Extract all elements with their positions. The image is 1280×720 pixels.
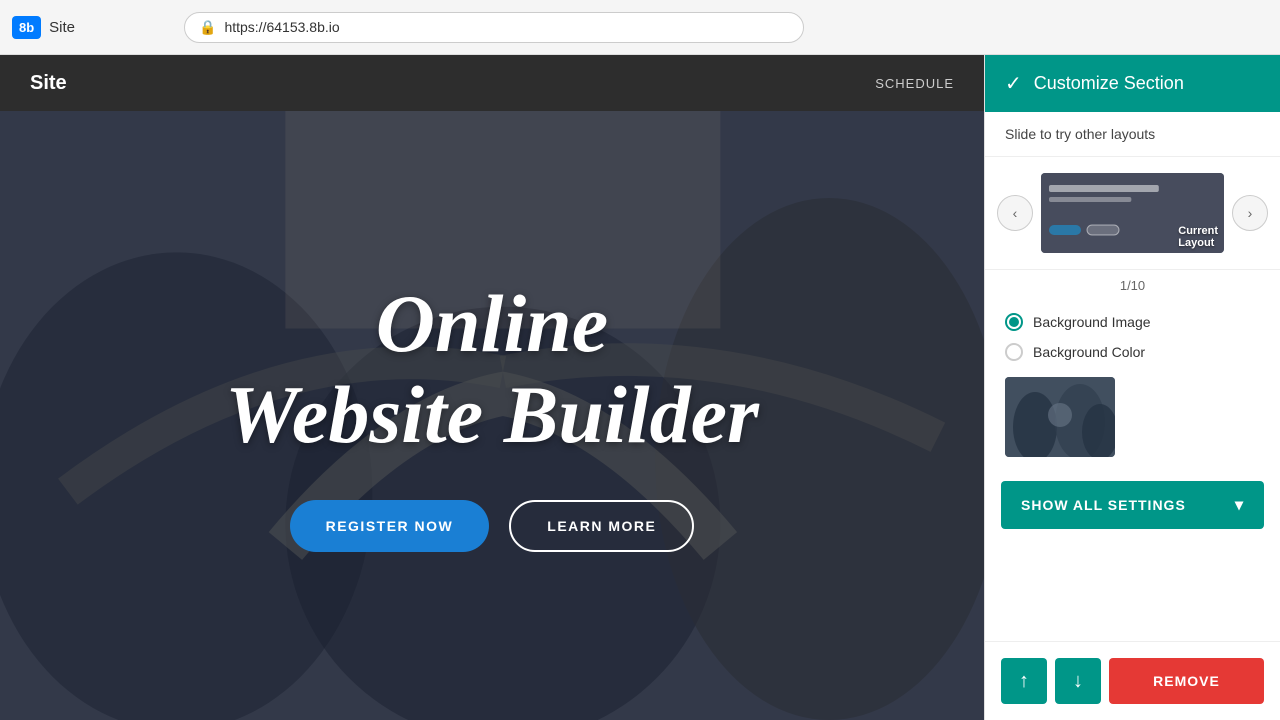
thumbnail-svg	[1005, 377, 1115, 457]
panel-title: Customize Section	[1034, 73, 1184, 94]
browser-bar: 8b Site 🔒 https://64153.8b.io	[0, 0, 1280, 55]
background-image-label: Background Image	[1033, 314, 1151, 330]
next-layout-button[interactable]: ›	[1232, 195, 1268, 231]
site-nav-logo: Site	[30, 72, 67, 95]
logo-badge: 8b	[12, 16, 41, 39]
background-options: Background Image Background Color	[985, 301, 1280, 373]
browser-logo: 8b Site	[12, 16, 172, 39]
chevron-right-icon: ›	[1248, 205, 1253, 221]
background-color-radio[interactable]	[1005, 343, 1023, 361]
hero-title: Online Website Builder	[225, 279, 759, 459]
layout-preview: CurrentLayout	[1041, 173, 1224, 253]
show-settings-label: SHOW ALL SETTINGS	[1021, 497, 1186, 513]
background-color-label: Background Color	[1033, 344, 1145, 360]
panel-footer: ↑ ↓ REMOVE	[985, 641, 1280, 720]
hero-content: Online Website Builder REGISTER NOW LEAR…	[225, 279, 759, 551]
address-text: https://64153.8b.io	[224, 19, 339, 35]
hero-section: Online Website Builder REGISTER NOW LEAR…	[0, 111, 984, 720]
layout-slider: ‹ CurrentLayout	[985, 157, 1280, 270]
logo-text: Site	[49, 19, 75, 36]
chevron-left-icon: ‹	[1013, 205, 1018, 221]
hero-title-line1: Online	[225, 279, 759, 369]
hero-title-line2: Website Builder	[225, 370, 759, 460]
remove-button[interactable]: REMOVE	[1109, 658, 1264, 704]
layout-label: CurrentLayout	[1178, 225, 1218, 249]
site-nav-link-schedule[interactable]: SCHEDULE	[875, 76, 954, 91]
main-content: Site SCHEDULE	[0, 55, 1280, 720]
background-image-option[interactable]: Background Image	[1005, 313, 1260, 331]
layout-preview-inner: CurrentLayout	[1041, 173, 1224, 253]
chevron-down-icon: ▾	[1235, 495, 1244, 515]
customize-panel: ✓ Customize Section Slide to try other l…	[984, 55, 1280, 720]
lock-icon: 🔒	[199, 19, 216, 36]
panel-subtitle: Slide to try other layouts	[985, 112, 1280, 157]
learn-more-button[interactable]: LEARN MORE	[509, 500, 694, 552]
background-image-thumbnail[interactable]	[1005, 377, 1115, 457]
panel-header: ✓ Customize Section	[985, 55, 1280, 112]
prev-layout-button[interactable]: ‹	[997, 195, 1033, 231]
check-icon: ✓	[1005, 71, 1022, 96]
show-all-settings-button[interactable]: SHOW ALL SETTINGS ▾	[1001, 481, 1264, 529]
hero-buttons: REGISTER NOW LEARN MORE	[225, 500, 759, 552]
address-bar[interactable]: 🔒 https://64153.8b.io	[184, 12, 804, 43]
background-color-option[interactable]: Background Color	[1005, 343, 1260, 361]
move-up-button[interactable]: ↑	[1001, 658, 1047, 704]
layout-counter: 1/10	[985, 270, 1280, 301]
site-nav: Site SCHEDULE	[0, 55, 984, 111]
register-now-button[interactable]: REGISTER NOW	[290, 500, 490, 552]
site-nav-links: SCHEDULE	[875, 76, 954, 91]
move-down-button[interactable]: ↓	[1055, 658, 1101, 704]
background-image-radio[interactable]	[1005, 313, 1023, 331]
website-preview: Site SCHEDULE	[0, 55, 984, 720]
